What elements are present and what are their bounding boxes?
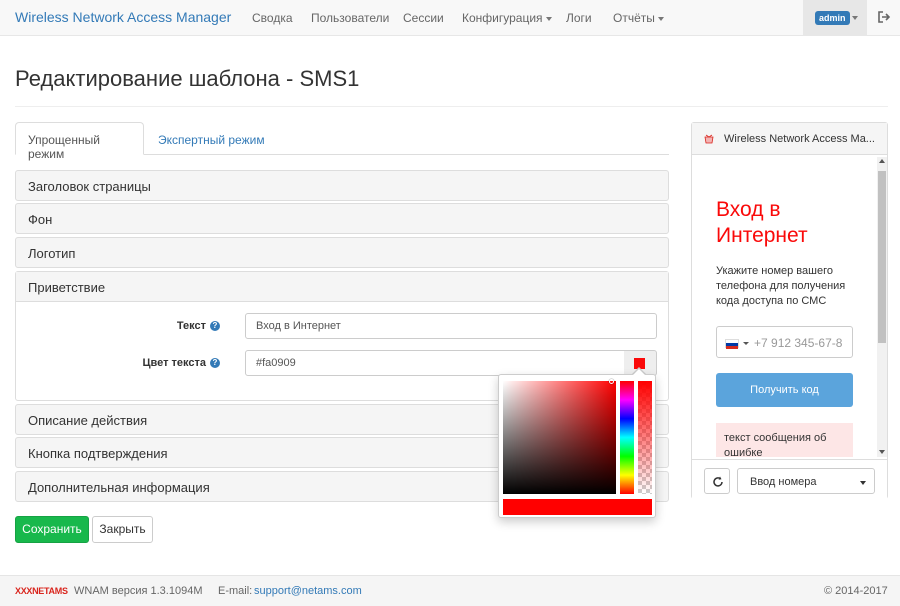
nav-item-logs[interactable]: Логи [566,11,592,25]
panel-background[interactable]: Фон [15,203,669,234]
saturation-handle[interactable] [609,379,614,384]
panel-title: Описание действия [28,413,148,428]
get-code-button[interactable]: Получить код [716,373,853,407]
text-label: Текст? [120,320,220,332]
page-footer: XXXNETAMS WNAM версия 1.3.1094M E-mail: … [0,575,900,606]
nav-item-summary[interactable]: Сводка [252,11,293,25]
tab-expert-mode[interactable]: Экспертный режим [145,122,278,155]
panel-title: Приветствие [28,280,106,295]
chevron-down-icon [852,16,858,20]
color-preview-bar [503,499,652,515]
support-email-link[interactable]: support@netams.com [254,585,362,597]
mode-select-value: Ввод номера [750,476,817,488]
chevron-down-icon [545,16,552,21]
question-circle-icon[interactable]: ? [210,321,220,332]
panel-title: Фон [28,212,53,227]
preview-mode-select[interactable]: Ввод номера [737,468,875,494]
picker-arrow-inner [633,369,645,375]
color-label-text: Цвет текста [142,357,206,369]
error-message-box: текст сообщения об ошибке [716,423,853,457]
nav-item-users[interactable]: Пользователи [311,11,389,25]
panel-title: Дополнительная информация [28,480,210,495]
nav-item-configuration[interactable]: Конфигурация [462,11,552,25]
user-menu[interactable]: admin [803,0,867,36]
tab-simple-mode[interactable]: Упрощенный режим [15,122,144,161]
title-divider [15,106,888,107]
error-text: текст сообщения об ошибке [724,432,827,457]
russia-flag-icon[interactable] [725,339,739,349]
text-label-text: Текст [176,320,206,332]
preview-window-title: Wireless Network Access Ma... [724,133,875,145]
question-circle-icon[interactable]: ? [210,358,220,369]
refresh-button[interactable] [704,468,730,494]
preview-description: Укажите номер вашего телефона для получе… [716,265,846,307]
panel-logo[interactable]: Логотип [15,237,669,268]
scrollbar-thumb[interactable] [878,171,886,343]
scroll-down-arrow-icon[interactable] [879,450,885,454]
alpha-slider[interactable] [638,381,652,494]
saturation-area[interactable] [503,381,616,494]
chevron-down-icon [860,481,866,485]
greeting-text-input[interactable]: Вход в Интернет [245,313,657,339]
chevron-down-icon [743,342,749,345]
top-navbar: Wireless Network Access Manager Сводка П… [0,0,900,36]
preview-heading: Вход в Интернет [716,198,808,247]
color-label: Цвет текста? [120,357,220,369]
panel-title: Заголовок страницы [28,179,151,194]
email-label: E-mail: [218,585,253,597]
refresh-icon [713,476,723,487]
preview-footer: Ввод номера [692,459,887,499]
favicon-icon [704,134,714,144]
nav-item-reports-label: Отчёты [613,11,655,25]
color-picker-popup [498,374,656,518]
panel-greeting-header[interactable]: Приветствие [16,272,668,302]
panel-title: Кнопка подтверждения [28,446,168,461]
save-button[interactable]: Сохранить [15,516,89,543]
phone-placeholder: +7 912 345-67-8 [754,336,843,350]
scroll-up-arrow-icon[interactable] [879,159,885,163]
text-color-input[interactable]: #fa0909 [245,350,625,376]
copyright: © 2014-2017 [824,585,888,597]
phone-input[interactable]: +7 912 345-67-8 [716,326,853,358]
close-button[interactable]: Закрыть [92,516,153,543]
template-preview: Wireless Network Access Ma... Вход в Инт… [691,122,888,499]
logo-text: NETAMS [32,586,68,596]
chevron-down-icon [657,16,664,21]
nav-item-configuration-label: Конфигурация [462,11,543,25]
netams-logo: XXXNETAMS [15,586,68,596]
sign-out-icon[interactable] [877,10,891,24]
page-title: Редактирование шаблона - SMS1 [15,66,360,91]
preview-header: Wireless Network Access Ma... [692,123,887,155]
hue-slider[interactable] [620,381,634,494]
version-text: WNAM версия 1.3.1094M [74,585,203,597]
user-badge: admin [815,11,850,25]
nav-item-reports[interactable]: Отчёты [613,11,664,25]
nav-item-sessions[interactable]: Сессии [403,11,444,25]
panel-page-header[interactable]: Заголовок страницы [15,170,669,201]
panel-title: Логотип [28,246,76,261]
brand-link[interactable]: Wireless Network Access Manager [15,9,231,25]
